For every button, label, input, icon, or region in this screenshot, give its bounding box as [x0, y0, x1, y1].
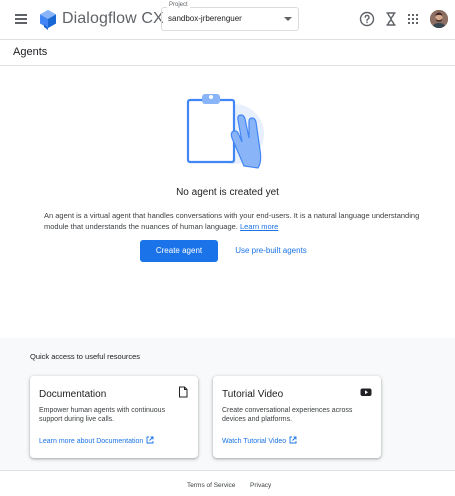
learn-more-link[interactable]: Learn more [240, 222, 278, 231]
link-label: Learn more about Documentation [39, 438, 144, 445]
help-icon[interactable] [359, 11, 375, 27]
clipboard-illustration-icon [186, 94, 264, 169]
documentation-card[interactable]: Documentation Empower human agents with … [30, 376, 198, 458]
top-app-bar: Dialogflow CX Project sandbox-jrberengue… [0, 0, 455, 40]
hamburger-menu-icon[interactable] [12, 12, 30, 26]
avatar[interactable] [430, 10, 448, 28]
card-title: Documentation [39, 389, 107, 400]
hourglass-icon[interactable] [383, 11, 399, 27]
page-header: Agents [0, 40, 455, 66]
open-in-new-icon [146, 436, 154, 444]
project-value[interactable]: sandbox-jrberenguer [168, 14, 242, 23]
empty-state-description: An agent is a virtual agent that handles… [44, 210, 424, 232]
resources-title: Quick access to useful resources [30, 352, 141, 361]
resources-section: Quick access to useful resources Documen… [0, 338, 455, 470]
document-icon [179, 386, 188, 398]
open-in-new-icon [289, 436, 297, 444]
page-title: Agents [13, 46, 48, 58]
documentation-link[interactable]: Learn more about Documentation [39, 436, 154, 445]
footer: Terms of Service Privacy [0, 470, 455, 496]
terms-of-service-link[interactable]: Terms of Service [187, 482, 235, 489]
privacy-link[interactable]: Privacy [250, 482, 271, 489]
create-agent-button[interactable]: Create agent [140, 240, 218, 262]
description-text: An agent is a virtual agent that handles… [44, 211, 420, 231]
tutorial-video-card[interactable]: Tutorial Video Create conversational exp… [213, 376, 381, 458]
card-description: Create conversational experiences across… [222, 407, 353, 423]
card-description: Empower human agents with continuous sup… [39, 407, 166, 423]
empty-state-title: No agent is created yet [176, 187, 279, 198]
project-label: Project [167, 2, 190, 8]
chevron-down-icon[interactable] [284, 17, 292, 21]
apps-grid-icon[interactable] [405, 11, 421, 27]
youtube-icon [360, 388, 372, 396]
tutorial-video-link[interactable]: Watch Tutorial Video [222, 436, 297, 445]
link-label: Watch Tutorial Video [222, 438, 287, 445]
app-title: Dialogflow CX [62, 10, 164, 27]
card-title: Tutorial Video [222, 389, 284, 400]
use-prebuilt-agents-button[interactable]: Use pre-built agents [228, 240, 314, 262]
dialogflow-logo-icon [40, 10, 56, 30]
